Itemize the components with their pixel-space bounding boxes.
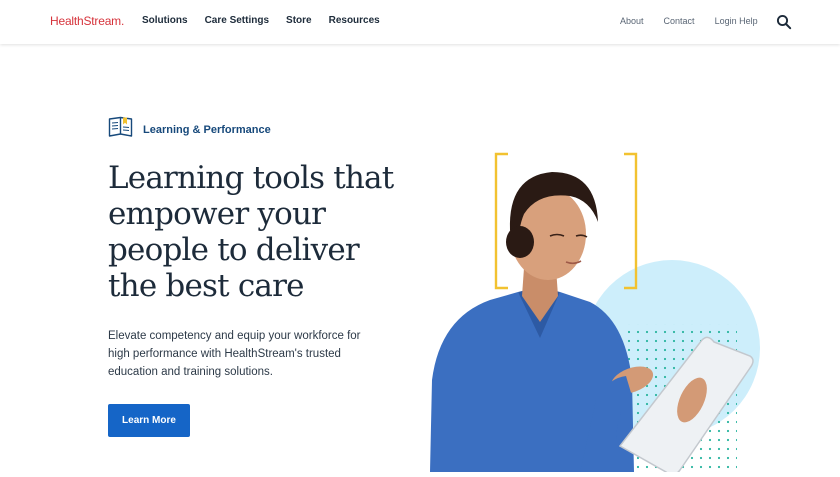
nav-about[interactable]: About: [620, 16, 644, 26]
learn-more-button[interactable]: Learn More: [108, 404, 190, 437]
nav-store[interactable]: Store: [286, 15, 312, 26]
search-icon[interactable]: [776, 14, 792, 30]
open-book-icon: [108, 116, 133, 143]
main-nav: Solutions Care Settings Store Resources: [142, 15, 380, 26]
hero-subtext: Elevate competency and equip your workfo…: [108, 330, 361, 378]
nav-care-settings[interactable]: Care Settings: [205, 15, 269, 26]
eyebrow: Learning & Performance: [108, 116, 271, 143]
healthstream-logo[interactable]: HealthStream.: [50, 14, 124, 28]
utility-nav: About Contact Login Help: [620, 16, 758, 26]
nav-login-help[interactable]: Login Help: [715, 16, 758, 26]
nav-resources[interactable]: Resources: [329, 15, 380, 26]
nav-solutions[interactable]: Solutions: [142, 15, 188, 26]
site-header: HealthStream. Solutions Care Settings St…: [0, 0, 840, 44]
eyebrow-label: Learning & Performance: [143, 123, 271, 136]
hero-image: [420, 150, 780, 472]
hero-headline: Learning tools that empower your people …: [108, 160, 394, 304]
nav-contact[interactable]: Contact: [664, 16, 695, 26]
